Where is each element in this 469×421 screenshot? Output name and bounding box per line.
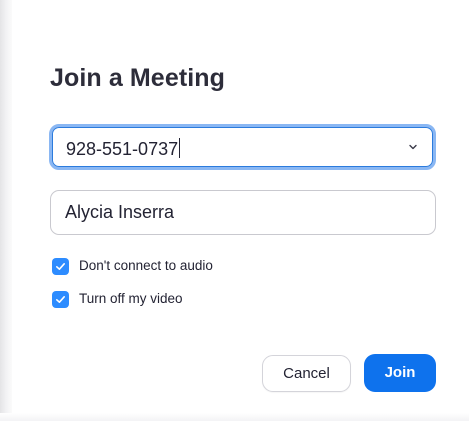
chevron-down-icon[interactable] <box>408 142 418 152</box>
checkmark-icon <box>55 262 65 270</box>
meeting-id-value: 928-551-0737 <box>66 139 179 159</box>
window-edge <box>0 0 12 421</box>
audio-checkbox[interactable] <box>52 258 69 275</box>
join-meeting-dialog: Join a Meeting 928-551-0737 Alycia Inser… <box>0 0 469 421</box>
meeting-id-input[interactable]: 928-551-0737 <box>66 138 181 160</box>
text-cursor <box>179 138 181 158</box>
meeting-id-input-border: 928-551-0737 <box>52 127 433 167</box>
cancel-button[interactable]: Cancel <box>262 355 351 392</box>
meeting-id-field[interactable]: 928-551-0737 <box>49 124 436 170</box>
name-field[interactable]: Alycia Inserra <box>50 190 436 235</box>
checkmark-icon <box>55 295 65 303</box>
name-input-value: Alycia Inserra <box>65 202 175 222</box>
audio-option-label: Don't connect to audio <box>79 258 213 273</box>
window-bottom-edge <box>0 413 469 421</box>
dialog-title: Join a Meeting <box>50 64 226 92</box>
video-checkbox[interactable] <box>52 291 69 308</box>
video-option-label: Turn off my video <box>79 291 183 306</box>
join-button[interactable]: Join <box>364 354 436 392</box>
